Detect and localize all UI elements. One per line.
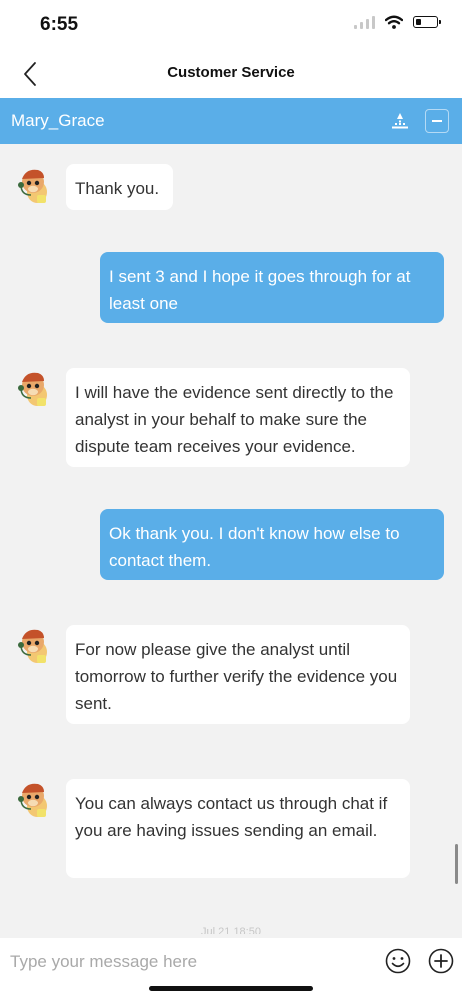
cellular-signal-icon [354,15,375,29]
status-bar: 6:55 [0,0,462,50]
status-time: 6:55 [40,14,79,35]
add-icon[interactable] [427,947,455,975]
message-agent: For now please give the analyst until to… [66,625,410,724]
agent-avatar [18,169,47,203]
agent-name: Mary_Grace [11,111,105,130]
rating-icon [392,113,408,129]
rate-button[interactable] [386,107,414,135]
home-indicator[interactable] [149,986,313,991]
minimize-button[interactable] [425,109,449,133]
message-agent: You can always contact us through chat i… [66,779,410,878]
emoji-icon[interactable] [384,947,412,975]
message-agent: I will have the evidence sent directly t… [66,368,410,467]
chat-scrollbar[interactable] [455,844,458,884]
agent-bar: Mary_Grace [0,98,462,144]
message-user: Ok thank you. I don't know how else to c… [100,509,444,580]
agent-avatar [18,783,47,817]
agent-avatar [18,372,47,406]
message-user: I sent 3 and I hope it goes through for … [100,252,444,323]
chat-area[interactable]: Thank you. I sent 3 and I hope it goes t… [0,144,462,938]
navigation-bar: Customer Service [0,50,462,98]
message-agent: Thank you. [66,164,173,210]
message-timestamp: Jul 21 18:50 [201,926,261,934]
minimize-icon [432,120,442,122]
agent-avatar [18,629,47,663]
status-icons [354,15,441,29]
wifi-icon [385,15,403,29]
message-input[interactable] [8,948,380,976]
page-title: Customer Service [167,64,295,81]
battery-icon [413,16,441,28]
